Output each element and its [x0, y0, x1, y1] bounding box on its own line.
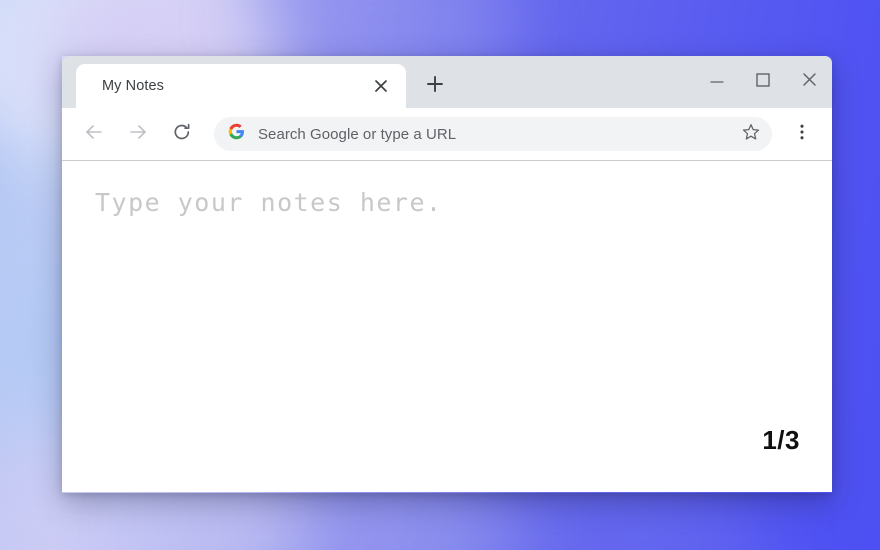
arrow-left-icon [84, 122, 104, 147]
reload-button[interactable] [164, 116, 200, 152]
browser-tab-my-notes[interactable]: My Notes [76, 64, 406, 108]
bookmark-star-button[interactable] [736, 119, 766, 149]
minimize-icon [710, 73, 724, 92]
kebab-menu-icon [793, 123, 811, 146]
forward-button[interactable] [120, 116, 156, 152]
notes-placeholder-text: Type your notes here. [95, 188, 443, 217]
address-bar[interactable]: Search Google or type a URL [214, 117, 772, 151]
google-g-icon [228, 123, 245, 145]
browser-window: My Notes Search Google or type a URL Typ… [62, 56, 832, 493]
reload-icon [172, 122, 192, 147]
new-tab-button[interactable] [418, 69, 452, 103]
close-icon[interactable] [366, 71, 396, 101]
window-close-button[interactable] [786, 56, 832, 108]
arrow-right-icon [128, 122, 148, 147]
maximize-icon [755, 72, 771, 93]
window-controls [694, 56, 832, 108]
page-content-area[interactable]: Type your notes here. 1/3 [62, 161, 832, 492]
maximize-button[interactable] [740, 56, 786, 108]
browser-menu-button[interactable] [786, 117, 818, 151]
tab-strip: My Notes [62, 56, 832, 108]
address-bar-placeholder: Search Google or type a URL [258, 125, 457, 143]
minimize-button[interactable] [694, 56, 740, 108]
star-outline-icon [741, 122, 761, 147]
page-indicator: 1/3 [762, 425, 800, 455]
plus-icon [426, 75, 444, 98]
tab-title: My Notes [102, 78, 165, 94]
back-button[interactable] [76, 116, 112, 152]
browser-toolbar: Search Google or type a URL [62, 108, 832, 161]
close-icon [801, 71, 818, 93]
